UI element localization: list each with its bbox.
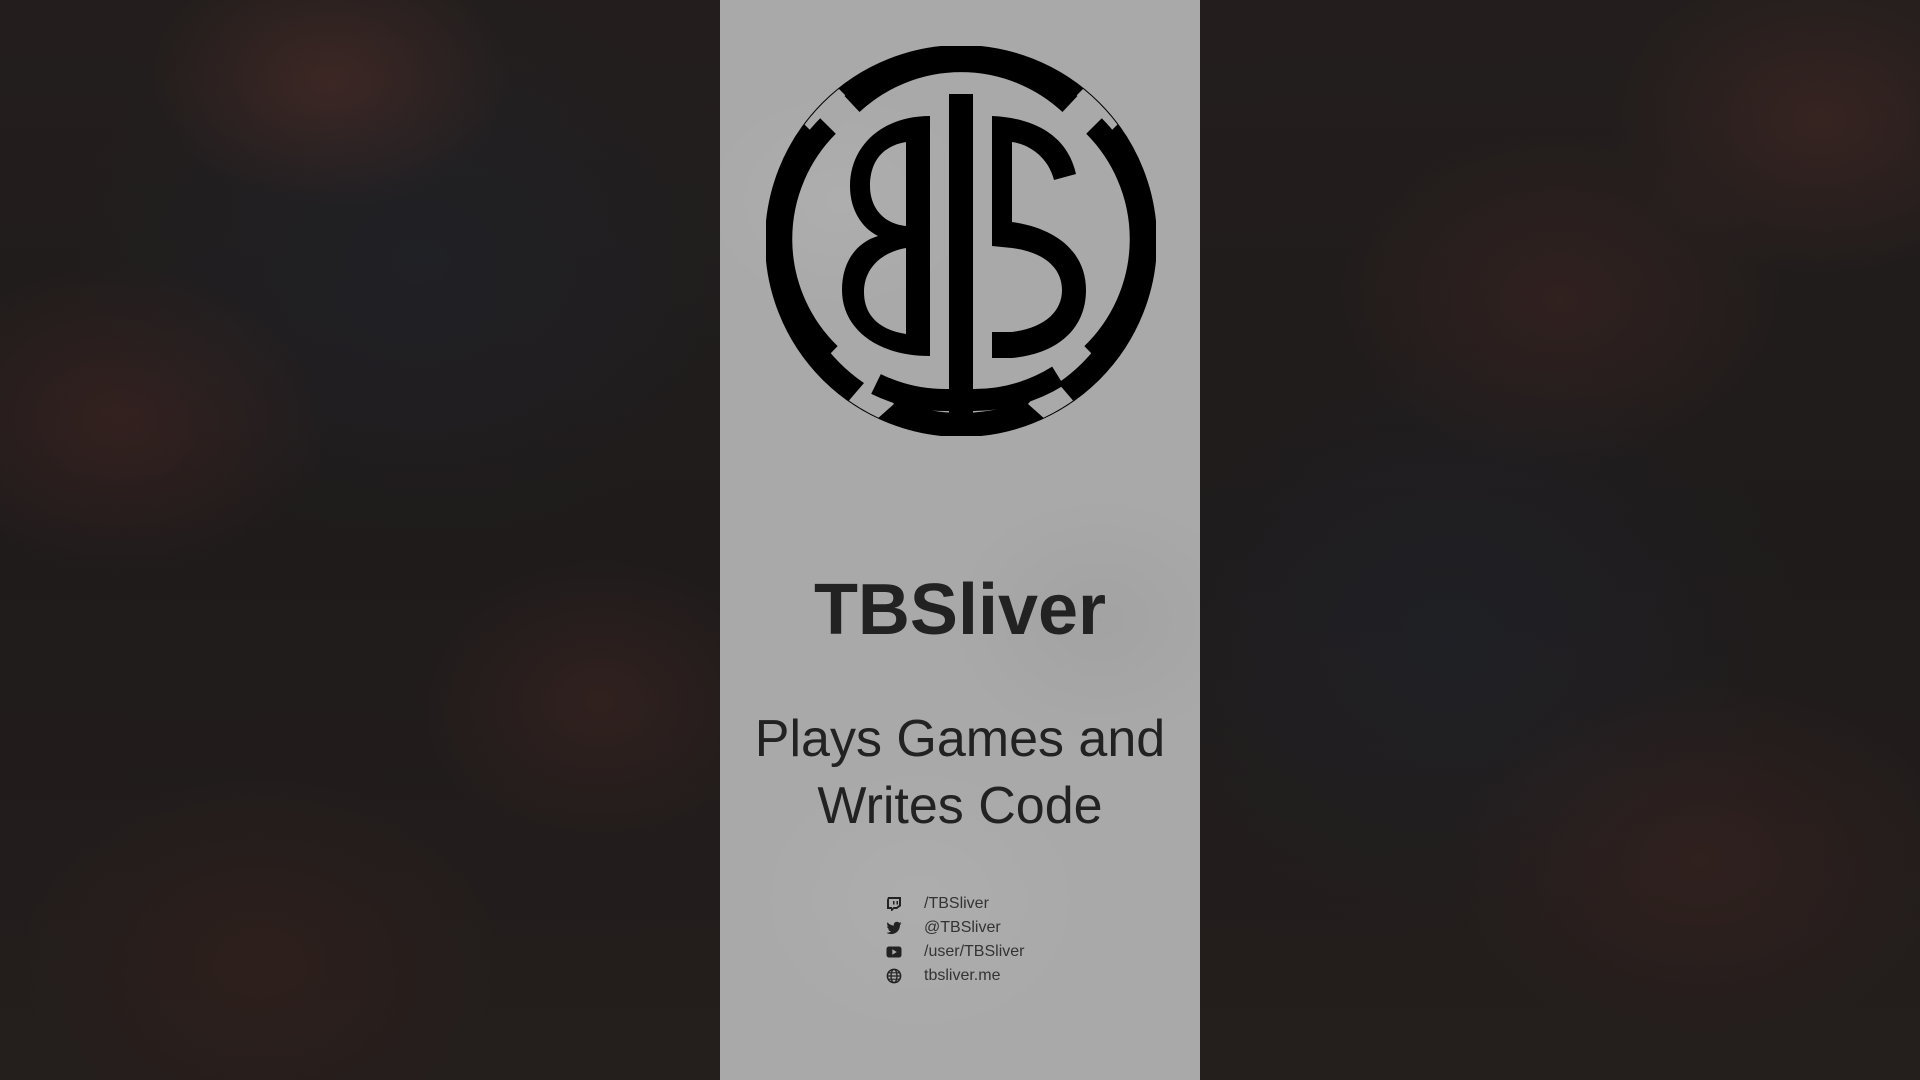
link-twitter[interactable]: @TBSliver xyxy=(880,916,1140,940)
profile-tagline: Plays Games and Writes Code xyxy=(720,706,1200,840)
link-twitch[interactable]: /TBSliver xyxy=(880,892,1140,916)
link-twitch-label[interactable]: /TBSliver xyxy=(924,895,989,913)
twitch-icon xyxy=(886,896,902,912)
social-links: /TBSliver @TBSliver /user/TBSliver tbsli… xyxy=(880,892,1140,988)
link-youtube[interactable]: /user/TBSliver xyxy=(880,940,1140,964)
link-twitter-label[interactable]: @TBSliver xyxy=(924,919,1001,937)
profile-name: TBSliver xyxy=(813,570,1107,650)
tagline-line-2: Writes Code xyxy=(817,777,1103,835)
profile-panel: TBSliver Plays Games and Writes Code /TB… xyxy=(720,0,1200,1080)
youtube-icon xyxy=(886,944,902,960)
link-youtube-label[interactable]: /user/TBSliver xyxy=(924,943,1024,961)
tagline-line-1: Plays Games and xyxy=(754,710,1166,768)
tbs-logo-mark xyxy=(766,46,1156,436)
globe-icon xyxy=(886,968,902,984)
tbs-logo xyxy=(766,46,1156,436)
link-website[interactable]: tbsliver.me xyxy=(880,964,1140,988)
twitter-icon xyxy=(886,920,902,936)
link-website-label[interactable]: tbsliver.me xyxy=(924,967,1000,985)
